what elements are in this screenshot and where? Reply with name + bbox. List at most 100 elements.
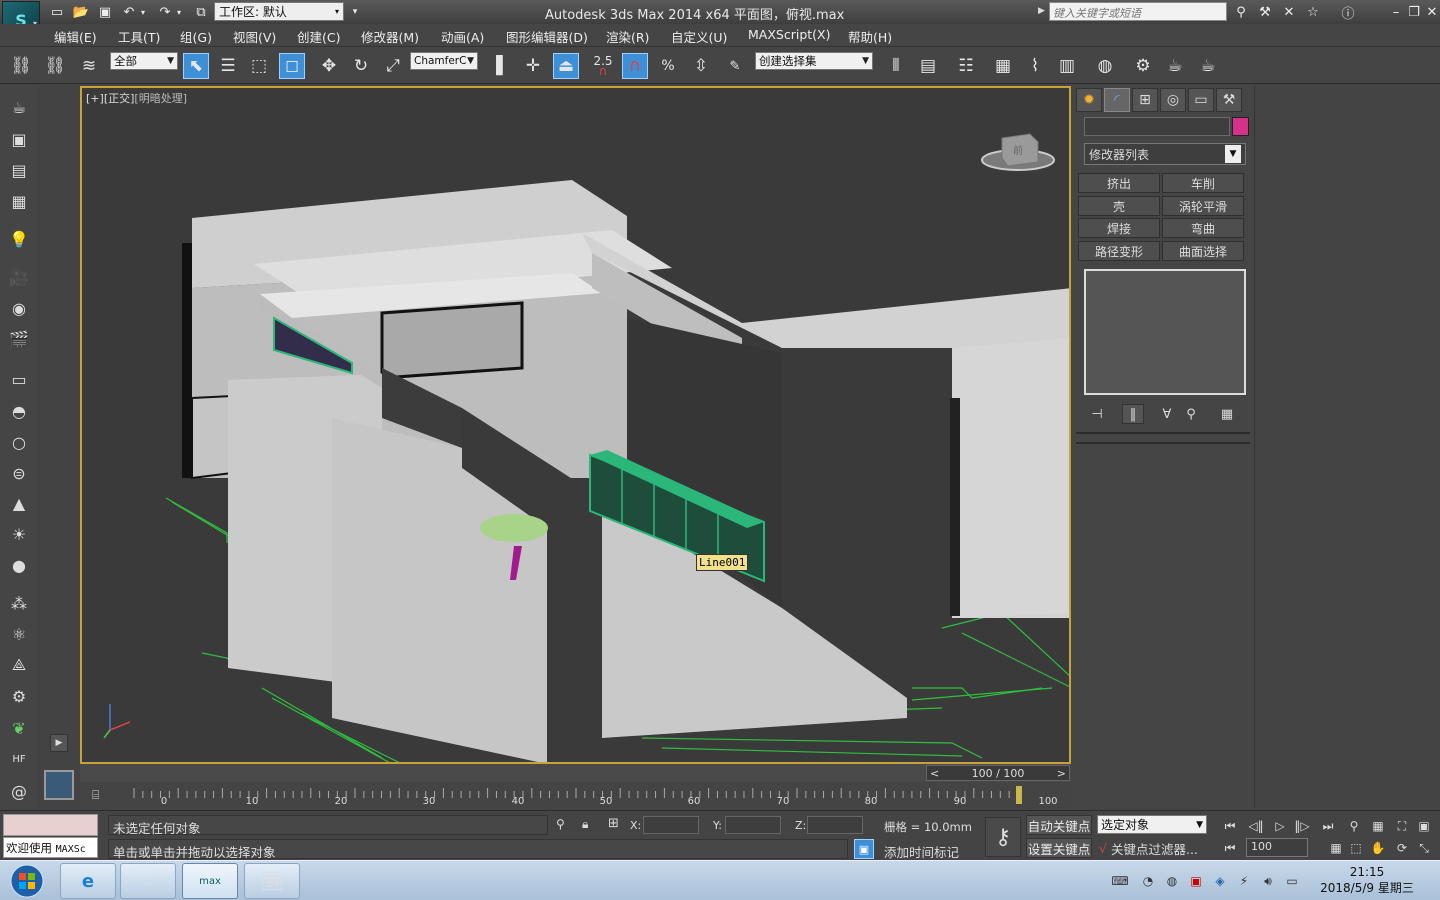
network-icon[interactable]: ⚡ xyxy=(1236,873,1252,889)
unlink-icon[interactable]: ⛓ xyxy=(42,53,68,79)
show-end-result-icon[interactable]: ‖ xyxy=(1122,404,1144,424)
key-filters-button[interactable]: √ 关键点过滤器... xyxy=(1099,838,1209,858)
edit-named-selection-icon[interactable]: ✎ xyxy=(722,53,748,79)
molecule-icon[interactable]: ⚛ xyxy=(6,621,32,647)
maximize-viewport-icon[interactable]: ⤡ xyxy=(1414,838,1434,858)
snaps-toggle-icon[interactable]: 2.5 ∩ xyxy=(590,53,616,79)
key-mode-dropdown[interactable]: 选定对象 ▼ xyxy=(1097,815,1207,834)
teapot-icon[interactable]: ☕ xyxy=(6,94,32,120)
maxscript-listener-input[interactable] xyxy=(3,814,98,836)
new-file-icon[interactable]: ▭ xyxy=(48,3,66,21)
pyramid-icon[interactable]: ⟁ xyxy=(6,652,32,678)
current-frame-marker[interactable] xyxy=(1016,786,1022,804)
modifier-weld-button[interactable]: 焊接 xyxy=(1078,218,1160,238)
select-and-scale-icon[interactable]: ⤢ xyxy=(380,53,406,79)
favorites-star-icon[interactable]: ☆ xyxy=(1303,3,1323,21)
tray-app-icon[interactable]: ◍ xyxy=(1164,873,1180,889)
maxscript-output[interactable]: 欢迎使用 MAXSc xyxy=(3,837,98,858)
hierarchy-tab-icon[interactable]: ⊞ xyxy=(1132,88,1158,112)
object-color-swatch[interactable] xyxy=(1232,117,1249,136)
current-frame-input[interactable]: 100 xyxy=(1246,838,1308,857)
geosphere-icon[interactable]: ⊜ xyxy=(6,460,32,486)
graphite-ribbon-icon[interactable]: ▦ xyxy=(990,53,1016,79)
menu-modifiers[interactable]: 修改器(M) xyxy=(361,27,419,46)
go-to-end-icon[interactable]: ⏭ xyxy=(1318,816,1338,836)
modifier-path-deform-button[interactable]: 路径变形 xyxy=(1078,241,1160,261)
window-crossing-icon[interactable]: ◻ xyxy=(279,53,305,79)
absolute-mode-icon[interactable]: ⊞ xyxy=(608,816,619,831)
keyboard-icon[interactable]: ⌨ xyxy=(1111,873,1128,889)
zoom-all-icon[interactable]: ▦ xyxy=(1368,816,1388,836)
layer-manager-icon[interactable]: ☷ xyxy=(953,53,979,79)
trackbar[interactable]: ⌸ 0 10 20 30 40 50 60 70 80 90 100 xyxy=(80,782,1071,810)
time-slider-track[interactable]: < 100 / 100 > xyxy=(80,764,1071,782)
plant-icon[interactable]: ❦ xyxy=(6,715,32,741)
photo-viewer-icon[interactable]: 🖼 xyxy=(244,863,300,899)
sun-icon[interactable]: ☀ xyxy=(6,521,32,547)
pan-view-icon[interactable]: ✋ xyxy=(1368,838,1388,858)
selection-filter-dropdown[interactable]: 全部 ▼ xyxy=(110,52,178,70)
rendered-frame-window-icon[interactable]: ☕ xyxy=(1162,53,1188,79)
menu-create[interactable]: 创建(C) xyxy=(297,27,340,46)
next-frame-icon[interactable]: ‖▷ xyxy=(1292,816,1312,836)
menu-views[interactable]: 视图(V) xyxy=(233,27,276,46)
menu-edit[interactable]: 编辑(E) xyxy=(54,27,97,46)
z-coord-field[interactable] xyxy=(807,816,863,834)
workspace-dropdown[interactable]: 工作区: 默认 ▾ xyxy=(214,2,344,21)
menu-rendering[interactable]: 渲染(R) xyxy=(606,27,649,46)
make-unique-icon[interactable]: ∀ xyxy=(1156,404,1178,424)
mini-curve-editor-icon[interactable]: ⌸ xyxy=(92,788,110,804)
menu-maxscript[interactable]: MAXScript(X) xyxy=(748,27,830,42)
zoom-extents-all-icon[interactable]: ▣ xyxy=(1414,816,1434,836)
particles-icon[interactable]: ⁂ xyxy=(6,590,32,616)
modifier-shell-button[interactable]: 壳 xyxy=(1078,196,1160,216)
zoom-icon[interactable]: ⚲ xyxy=(1344,816,1364,836)
pivot-center-icon[interactable]: ▐ xyxy=(483,53,509,79)
time-slider[interactable]: < 100 / 100 > xyxy=(926,765,1070,781)
search-expand-icon[interactable]: ▶ xyxy=(1038,6,1045,16)
communication-icon[interactable]: ✕ xyxy=(1279,3,1299,21)
help-icon[interactable]: ⓘ xyxy=(1338,3,1358,22)
zoom-extents-icon[interactable]: ⛶ xyxy=(1392,816,1412,836)
viewport-orthographic[interactable]: [+][正交][明暗处理] 前 Line001 xyxy=(80,86,1071,764)
set-key-button[interactable]: 设置关键点 xyxy=(1026,838,1092,858)
viewport-menu-plus[interactable]: [+] xyxy=(86,92,104,105)
time-slider-next[interactable]: > xyxy=(1057,767,1066,780)
region-zoom-icon[interactable]: ⬚ xyxy=(1346,838,1366,858)
modifier-stack[interactable] xyxy=(1084,269,1246,395)
motion-tab-icon[interactable]: ◎ xyxy=(1160,88,1186,112)
light-bulb-icon[interactable]: 💡 xyxy=(6,226,32,252)
isolate-icon[interactable]: ⚲ xyxy=(556,817,565,831)
start-button[interactable] xyxy=(4,862,50,900)
manipulate-icon[interactable]: ✛ xyxy=(520,53,546,79)
create-tab-icon[interactable]: ✹ xyxy=(1076,88,1102,112)
undo-icon[interactable]: ↶ xyxy=(120,3,138,21)
viewport-layout-icon[interactable] xyxy=(44,770,74,800)
display-tab-icon[interactable]: ▭ xyxy=(1188,88,1214,112)
previous-frame-icon[interactable]: ◁‖ xyxy=(1246,816,1266,836)
modifier-surface-select-button[interactable]: 曲面选择 xyxy=(1162,241,1244,261)
named-selection-dropdown[interactable]: 创建选择集 ▼ xyxy=(755,52,873,70)
video-camera-icon[interactable]: 🎬 xyxy=(6,326,32,352)
configure-sets-icon[interactable]: ▦ xyxy=(1216,404,1238,424)
modifier-extrude-button[interactable]: 挤出 xyxy=(1078,173,1160,193)
object-name-field[interactable] xyxy=(1084,117,1230,136)
disc-icon[interactable]: ● xyxy=(6,552,32,578)
menu-tools[interactable]: 工具(T) xyxy=(118,27,160,46)
box-icon[interactable]: ▭ xyxy=(6,366,32,392)
viewport-label[interactable]: [+][正交][明暗处理] xyxy=(86,90,187,106)
select-and-rotate-icon[interactable]: ↻ xyxy=(348,53,374,79)
expand-arrow-icon[interactable]: ▶ xyxy=(50,734,68,752)
align-icon[interactable]: ▤ xyxy=(915,53,941,79)
gear-icon[interactable]: ⚙ xyxy=(6,683,32,709)
minimize-icon[interactable]: – xyxy=(1386,3,1406,21)
set-key-icon[interactable]: ⚷ xyxy=(985,817,1021,857)
add-time-tag-button[interactable]: 添加时间标记 xyxy=(884,842,959,861)
rectangular-selection-icon[interactable]: ⬚ xyxy=(246,53,272,79)
auto-key-button[interactable]: 自动关键点 xyxy=(1026,815,1092,835)
y-coord-field[interactable] xyxy=(725,816,781,834)
go-to-start-icon[interactable]: ⏮ xyxy=(1220,816,1240,836)
project-folder-icon[interactable]: ⧉ xyxy=(192,3,210,21)
keyboard-shortcut-override-icon[interactable]: ⏏ xyxy=(553,53,579,79)
redo-dropdown-icon[interactable]: ▾ xyxy=(174,3,184,21)
